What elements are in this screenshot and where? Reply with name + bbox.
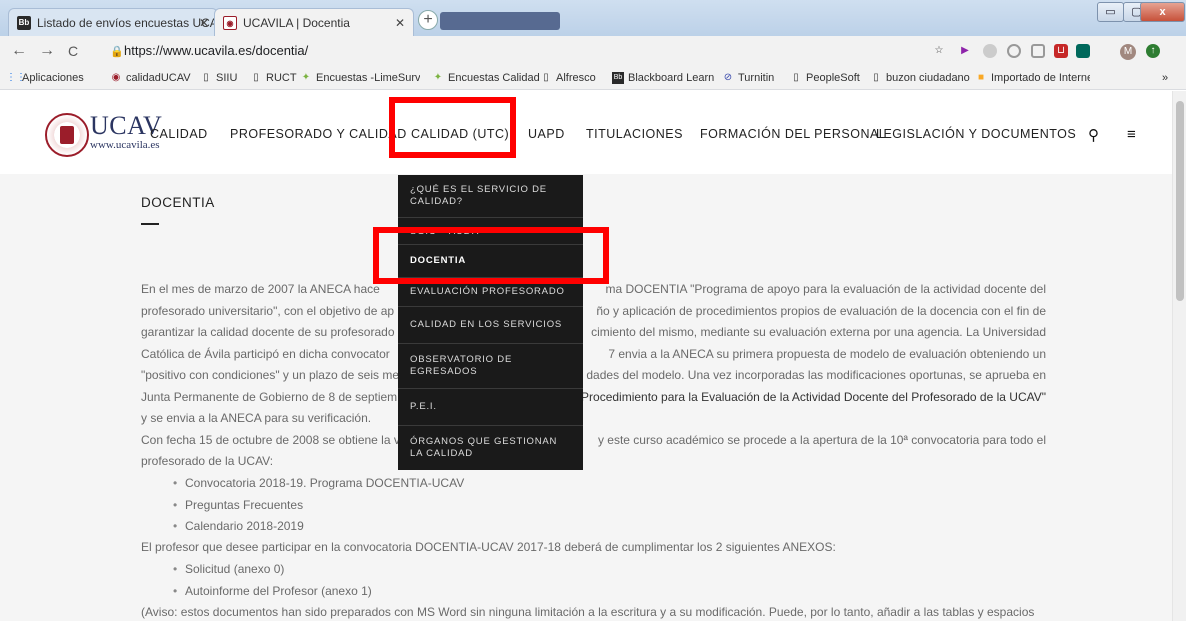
title-divider [141,223,159,225]
extension-icon[interactable] [1031,44,1045,58]
apps-grid-icon: ⋮⋮ [6,72,26,83]
site-header: UCAV www.ucavila.es CALIDAD PROFESORADO … [0,91,1172,174]
bookmark-item[interactable]: ▯ buzon ciudadano [870,66,970,89]
play-extension-icon[interactable]: ▶ [958,44,972,58]
url-field[interactable]: 🔒https://www.ucavila.es/docentia/ [110,40,940,62]
browser-tab-docentia[interactable]: ◉ UCAVILA | Docentia ✕ [214,8,414,36]
bookmark-apps[interactable]: ⋮⋮ Aplicaciones [6,66,84,89]
address-bar-row: ← → C 🔒https://www.ucavila.es/docentia/ … [0,36,1186,66]
tab-label: Listado de envíos encuestas UCA [37,16,218,30]
bookmark-item[interactable]: ◉ calidadUCAV [110,66,191,89]
nav-formacion-personal[interactable]: FORMACIÓN DEL PERSONAL [700,127,886,141]
bookmark-item[interactable]: ⊘ Turnitin [722,66,774,89]
bookmark-folder[interactable]: ■ Importado de Interne [975,66,1090,89]
list-item[interactable]: Solicitud (anexo 0) [173,559,372,581]
forward-button[interactable]: → [36,40,58,62]
blurred-tab[interactable] [440,12,560,30]
extension-icon[interactable] [1007,44,1021,58]
dropdown-item-que-es[interactable]: ¿QUÉ ES EL SERVICIO DE CALIDAD? [398,175,583,218]
tab-label: UCAVILA | Docentia [243,16,350,30]
convocatoria-links-list: Convocatoria 2018-19. Programa DOCENTIA-… [173,473,464,538]
bookmark-item[interactable]: ✦ Encuestas -LimeSurve [300,66,420,89]
nav-profesorado-calidad[interactable]: PROFESORADO Y CALIDAD [230,127,407,141]
turnitin-icon: ⊘ [723,72,733,83]
page-title: DOCENTIA [141,195,215,210]
ucav-seal-logo[interactable] [45,113,89,157]
nav-legislacion-documentos[interactable]: LEGISLACIÓN Y DOCUMENTOS [876,127,1076,141]
lock-icon: 🔒 [110,46,124,58]
list-item[interactable]: Autoinforme del Profesor (anexo 1) [173,581,372,603]
bookmark-item[interactable]: ▯ PeopleSoft [790,66,860,89]
blackboard-favicon-icon: Bb [17,16,31,30]
browser-tab-envios[interactable]: Bb Listado de envíos encuestas UCA ✕ [8,8,218,36]
article-paragraph-3: El profesor que desee participar en la c… [141,540,836,554]
bookmarks-bar: ⋮⋮ Aplicaciones ◉ calidadUCAV ▯ SIIU ▯ RUCT … [0,66,1186,90]
dropdown-item-calidad-servicios[interactable]: CALIDAD EN LOS SERVICIOS [398,307,583,344]
profile-avatar[interactable]: M [1120,44,1136,60]
limesurvey-icon: ✦ [301,72,311,83]
reload-button[interactable]: C [62,40,84,62]
bookmark-item[interactable]: Bb Blackboard Learn [612,66,714,89]
blackboard-icon: Bb [612,72,624,84]
ucav-favicon-icon: ◉ [223,16,237,30]
nav-calidad[interactable]: CALIDAD [150,127,208,141]
procedimiento-link[interactable]: Procedimiento para la Evaluación de la A… [581,387,1046,409]
bookmark-item[interactable]: ✦ Encuestas Calidad [432,66,540,89]
star-icon[interactable]: ☆ [932,44,946,58]
list-item[interactable]: Convocatoria 2018-19. Programa DOCENTIA-… [173,473,464,495]
bookmark-item[interactable]: ▯ SIIU [200,66,237,89]
new-tab-button[interactable]: + [418,10,438,30]
ucav-icon: ◉ [111,72,121,83]
folder-icon: ■ [977,72,985,83]
search-icon[interactable]: ⚲ [1088,126,1099,144]
page-icon: ▯ [253,72,259,83]
dropdown-item-pei[interactable]: P.E.I. [398,389,583,426]
page-icon: ▯ [543,72,549,83]
anexos-links-list: Solicitud (anexo 0) Autoinforme del Prof… [173,559,372,602]
page-icon: ▯ [203,72,209,83]
extension-icon[interactable] [1076,44,1090,58]
list-item[interactable]: Calendario 2018-2019 [173,516,464,538]
url-text: https://www.ucavila.es/docentia/ [124,43,309,58]
limesurvey-icon: ✦ [433,72,443,83]
close-window-button[interactable]: x [1140,2,1185,22]
close-tab-icon[interactable]: ✕ [395,9,405,36]
minimize-button[interactable]: ▭ [1097,2,1124,22]
extension-icon[interactable] [983,44,997,58]
article-paragraph-4: (Aviso: estos documentos han sido prepar… [141,605,1035,619]
page-scrollbar[interactable] [1172,91,1186,621]
nav-uapd[interactable]: UAPD [528,127,565,141]
menu-icon[interactable]: ≡ [1127,126,1136,143]
update-icon[interactable]: ↑ [1146,44,1160,58]
pocket-icon[interactable]: ⊔ [1054,44,1068,58]
bookmark-item[interactable]: ▯ Alfresco [540,66,596,89]
dropdown-item-observatorio-egresados[interactable]: OBSERVATORIO DE EGRESADOS [398,344,583,389]
web-page: UCAV www.ucavila.es CALIDAD PROFESORADO … [0,91,1172,621]
close-tab-icon[interactable]: ✕ [199,9,209,36]
page-icon: ▯ [873,72,879,83]
highlight-box-calidad-utc [389,97,516,158]
back-button[interactable]: ← [8,40,30,62]
bookmark-item[interactable]: ▯ RUCT [250,66,296,89]
scrollbar-thumb[interactable] [1176,101,1184,301]
list-item[interactable]: Preguntas Frecuentes [173,495,464,517]
page-icon: ▯ [793,72,799,83]
bookmarks-overflow-button[interactable]: » [1162,66,1168,89]
calidad-utc-dropdown: ¿QUÉ ES EL SERVICIO DE CALIDAD? SGIC – A… [398,175,583,470]
highlight-box-docentia [373,227,609,284]
browser-tab-strip: Bb Listado de envíos encuestas UCA ✕ ◉ U… [0,0,1186,36]
nav-titulaciones[interactable]: TITULACIONES [586,127,683,141]
article-paragraph-1: En el mes de marzo de 2007 la ANECA hace… [141,282,1046,468]
dropdown-item-organos[interactable]: ÓRGANOS QUE GESTIONAN LA CALIDAD [398,426,583,470]
